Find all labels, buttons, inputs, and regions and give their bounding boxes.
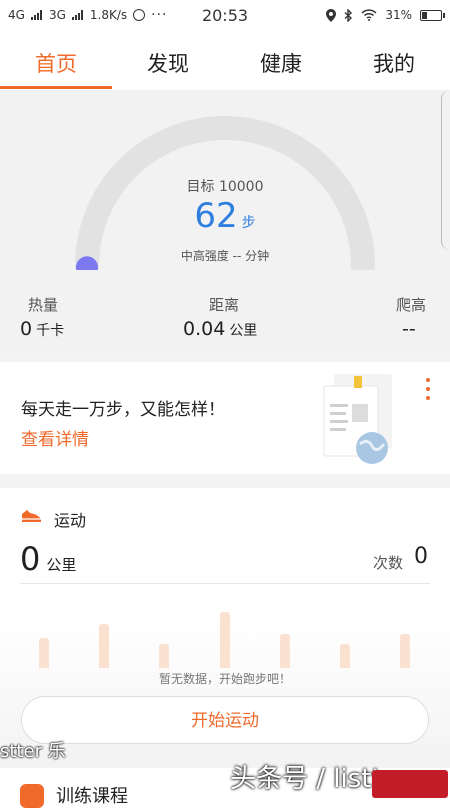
- distance-unit: 公里: [229, 323, 258, 339]
- start-workout-button[interactable]: 开始运动: [21, 696, 429, 744]
- distance-number: 0.04: [183, 318, 226, 340]
- placeholder-bar: [280, 634, 290, 668]
- placeholder-bar: [340, 644, 350, 668]
- step-count-value: 62: [194, 196, 238, 236]
- calories-unit: 千卡: [36, 323, 65, 339]
- climb-label: 爬高: [396, 296, 427, 314]
- calories-value: 0 千卡: [20, 318, 64, 340]
- step-count-unit: 步: [241, 215, 256, 231]
- document-illustration-icon: [323, 374, 392, 464]
- distance-value: 0.04 公里: [183, 318, 257, 340]
- location-icon: [326, 8, 337, 22]
- battery-icon: [420, 9, 445, 21]
- view-details-link[interactable]: 查看详情: [21, 425, 89, 450]
- article-card[interactable]: 每天走一万步，又能怎样！ 查看详情: [0, 362, 450, 474]
- tab-home[interactable]: 首页: [0, 48, 112, 78]
- sport-title: 运动: [54, 511, 87, 530]
- watermark-left: stter 乐: [0, 741, 66, 762]
- sport-distance-unit: 公里: [46, 556, 77, 574]
- sport-count-label: 次数: [373, 554, 404, 572]
- placeholder-bar: [400, 634, 410, 668]
- placeholder-bar: [159, 644, 169, 668]
- status-bar: 4G 3G 1.8K/s ··· 20:53 31%: [0, 0, 450, 32]
- step-goal: 目标 10000: [186, 179, 264, 195]
- training-title: 训练课程: [56, 786, 128, 807]
- sport-distance: 0 公里: [20, 540, 76, 578]
- status-right: 31%: [326, 8, 445, 22]
- active-tab-indicator: [0, 86, 112, 89]
- sport-distance-number: 0: [20, 540, 41, 578]
- top-tab-bar: 首页 发现 健康 我的: [0, 32, 450, 90]
- running-shoe-icon: [22, 510, 41, 522]
- sport-card[interactable]: 运动 0 公里 次数 0 暂无数据，开始跑步吧！ 开始运动: [0, 488, 450, 753]
- wifi-icon: [361, 9, 377, 21]
- watermark-stamp-logo: [372, 770, 448, 798]
- climb-value: --: [402, 318, 416, 340]
- edge-panel-handle[interactable]: [441, 90, 450, 250]
- tab-mine[interactable]: 我的: [338, 48, 450, 78]
- step-count: 62 步: [0, 196, 450, 236]
- activity-summary[interactable]: 目标 10000 62 步 中高强度 -- 分钟 热量 0 千卡 距离 0.04 公里…: [0, 90, 450, 352]
- no-data-message: 暂无数据，开始跑步吧！: [158, 672, 291, 686]
- placeholder-bar: [39, 638, 49, 668]
- divider: [20, 583, 430, 584]
- more-options-icon[interactable]: [426, 378, 430, 405]
- tab-discover[interactable]: 发现: [112, 48, 224, 78]
- distance-label: 距离: [209, 296, 240, 314]
- battery-percent: 31%: [385, 8, 412, 22]
- placeholder-bar: [220, 612, 230, 668]
- article-title: 每天走一万步，又能怎样！: [21, 400, 225, 420]
- calories-label: 热量: [28, 296, 59, 314]
- training-icon: [20, 784, 44, 808]
- placeholder-bar: [99, 624, 109, 668]
- calories-number: 0: [20, 318, 33, 340]
- placeholder-bar-chart: [0, 588, 450, 668]
- tab-health[interactable]: 健康: [225, 48, 337, 78]
- bluetooth-icon: [344, 8, 353, 22]
- intensity-minutes: 中高强度 -- 分钟: [180, 249, 270, 263]
- sport-count-value: 0: [414, 544, 428, 569]
